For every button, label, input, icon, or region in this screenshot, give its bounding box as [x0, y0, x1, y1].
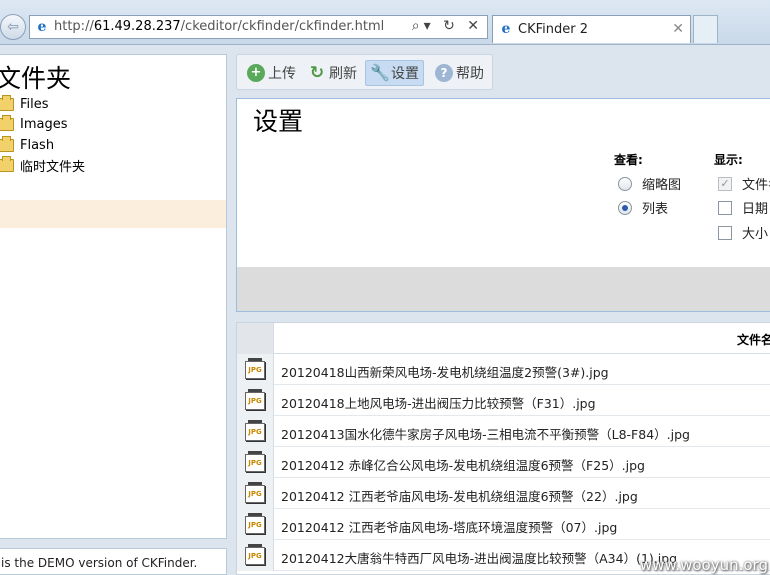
settings-label: 设置	[391, 66, 419, 82]
refresh-label: 刷新	[329, 66, 357, 82]
checkbox-date[interactable]	[718, 200, 732, 215]
radio-list[interactable]	[618, 200, 632, 215]
file-row[interactable]: JPG 20120413国水化德牛家房子风电场-三相电流不平衡预警（L8-F84…	[237, 416, 770, 447]
address-controls[interactable]: ⌕▾ ↻ ✕	[412, 18, 483, 34]
show-option-filename: ✓ 文件名	[718, 174, 770, 193]
jpg-file-icon: JPG	[245, 389, 265, 410]
jpg-file-icon: JPG	[245, 451, 265, 472]
file-list: 文件名 JPG 20120418山西新荣风电场-发电机绕组温度2预警(3#).j…	[236, 322, 770, 575]
watermark: www.wooyun.org	[639, 556, 768, 574]
option-label: 大小	[742, 227, 769, 242]
url-host: 61.49.28.237	[93, 19, 181, 34]
new-tab-button[interactable]	[693, 15, 718, 43]
folder-icon	[0, 135, 14, 152]
wrench-icon: 🔧	[370, 63, 390, 82]
refresh-icon: ↻	[309, 63, 325, 83]
file-icon-cell: JPG	[237, 354, 274, 385]
option-label: 缩略图	[642, 178, 682, 193]
ie-logo-icon: e	[37, 19, 47, 35]
list-header: 文件名	[237, 323, 770, 354]
settings-panel: 设置 查看: 缩略图 列表 显示: ✓ 文件名 日期 大小	[236, 98, 770, 312]
url-path: /ckeditor/ckfinder/ckfinder.html	[180, 19, 385, 34]
settings-footer	[237, 267, 770, 311]
jpg-file-icon: JPG	[245, 420, 265, 441]
file-icon-cell: JPG	[237, 540, 274, 571]
file-row[interactable]: JPG 20120412 赤峰亿合公风电场-发电机绕组温度6预警（F25）.jp…	[237, 447, 770, 478]
tab-favicon-icon: e	[501, 21, 511, 37]
file-icon-cell: JPG	[237, 447, 274, 478]
file-name[interactable]: 20120412 江西老爷庙风电场-发电机绕组温度6预警（22）.jpg	[281, 486, 638, 505]
folder-item-files[interactable]: Files	[0, 94, 49, 114]
file-row[interactable]: JPG 20120412 江西老爷庙风电场-塔底环境温度预警（07）.jpg	[237, 509, 770, 540]
checkbox-size[interactable]	[718, 225, 732, 240]
upload-icon: +	[247, 64, 265, 82]
url-prefix: http://	[54, 19, 94, 34]
file-row[interactable]: JPG 20120418山西新荣风电场-发电机绕组温度2预警(3#).jpg	[237, 354, 770, 385]
settings-title: 设置	[253, 107, 304, 136]
view-option-thumbnails[interactable]: 缩略图	[618, 174, 681, 193]
radio-thumbnails[interactable]	[618, 176, 632, 191]
jpg-file-icon: JPG	[245, 544, 265, 565]
close-icon[interactable]: ✕	[672, 21, 684, 37]
option-label: 列表	[642, 202, 669, 217]
show-option-date[interactable]: 日期	[718, 198, 768, 217]
file-name[interactable]: 20120412大唐翁牛特西厂风电场-进出阀温度比较预警（A34）(1).jpg	[281, 548, 677, 567]
file-name[interactable]: 20120412 赤峰亿合公风电场-发电机绕组温度6预警（F25）.jpg	[281, 455, 645, 474]
folder-item-images[interactable]: Images	[0, 114, 68, 134]
folder-item-flash[interactable]: Flash	[0, 135, 54, 155]
jpg-file-icon: JPG	[245, 513, 265, 534]
file-icon-cell: JPG	[237, 385, 274, 416]
jpg-file-icon: JPG	[245, 482, 265, 503]
help-button[interactable]: ? 帮助	[431, 60, 488, 86]
option-label: 文件名	[742, 178, 770, 193]
help-icon: ?	[435, 64, 453, 82]
file-icon-cell: JPG	[237, 509, 274, 540]
folder-label: Files	[20, 96, 49, 112]
url-text[interactable]: http://61.49.28.237/ckeditor/ckfinder/ck…	[54, 19, 384, 34]
folder-item-temp[interactable]: 临时文件夹	[0, 155, 85, 175]
demo-notice: is the DEMO version of CKFinder.	[1, 556, 198, 570]
help-label: 帮助	[456, 66, 484, 82]
checkbox-filename: ✓	[718, 176, 732, 191]
folder-panel: 文件夹 Files Images Flash 临时文件夹	[0, 54, 227, 539]
selection-highlight	[0, 200, 226, 228]
file-name[interactable]: 20120418上地风电场-进出阀压力比较预警（F31）.jpg	[281, 393, 596, 412]
file-name[interactable]: 20120413国水化德牛家房子风电场-三相电流不平衡预警（L8-F84）.jp…	[281, 424, 690, 443]
folders-title: 文件夹	[0, 64, 72, 93]
upload-label: 上传	[268, 66, 296, 82]
back-arrow-icon[interactable]: ⇦	[0, 14, 26, 40]
jpg-file-icon: JPG	[245, 358, 265, 379]
file-icon-cell: JPG	[237, 416, 274, 447]
view-label: 查看:	[614, 153, 643, 167]
folder-icon	[0, 155, 14, 172]
view-option-list[interactable]: 列表	[618, 198, 668, 217]
refresh-button[interactable]: ↻ 刷新	[304, 60, 361, 86]
folder-label: Flash	[20, 137, 55, 153]
folder-icon	[0, 114, 14, 131]
address-bar[interactable]: e http://61.49.28.237/ckeditor/ckfinder/…	[29, 15, 488, 39]
demo-notice-bar: is the DEMO version of CKFinder.	[0, 548, 227, 575]
browser-toolbar: ⇦ e http://61.49.28.237/ckeditor/ckfinde…	[0, 0, 770, 45]
header-icon-cell	[237, 323, 274, 354]
folder-label: Images	[20, 116, 68, 132]
file-row[interactable]: JPG 20120418上地风电场-进出阀压力比较预警（F31）.jpg	[237, 385, 770, 416]
file-name[interactable]: 20120418山西新荣风电场-发电机绕组温度2预警(3#).jpg	[281, 362, 609, 381]
show-label: 显示:	[714, 153, 743, 167]
file-row[interactable]: JPG 20120412 江西老爷庙风电场-发电机绕组温度6预警（22）.jpg	[237, 478, 770, 509]
option-label: 日期	[742, 202, 769, 217]
upload-button[interactable]: + 上传	[243, 60, 300, 86]
folder-label: 临时文件夹	[20, 159, 86, 175]
tab-title: CKFinder 2	[518, 22, 588, 37]
column-header-filename[interactable]: 文件名	[737, 331, 770, 348]
folder-icon	[0, 94, 14, 111]
show-option-size[interactable]: 大小	[718, 223, 768, 242]
settings-button[interactable]: 🔧 设置	[365, 60, 424, 86]
file-name[interactable]: 20120412 江西老爷庙风电场-塔底环境温度预警（07）.jpg	[281, 517, 617, 536]
browser-tab[interactable]: e CKFinder 2 ✕	[492, 15, 691, 43]
file-icon-cell: JPG	[237, 478, 274, 509]
ckfinder-toolbar: + 上传 ↻ 刷新 🔧 设置 ? 帮助	[236, 54, 493, 90]
